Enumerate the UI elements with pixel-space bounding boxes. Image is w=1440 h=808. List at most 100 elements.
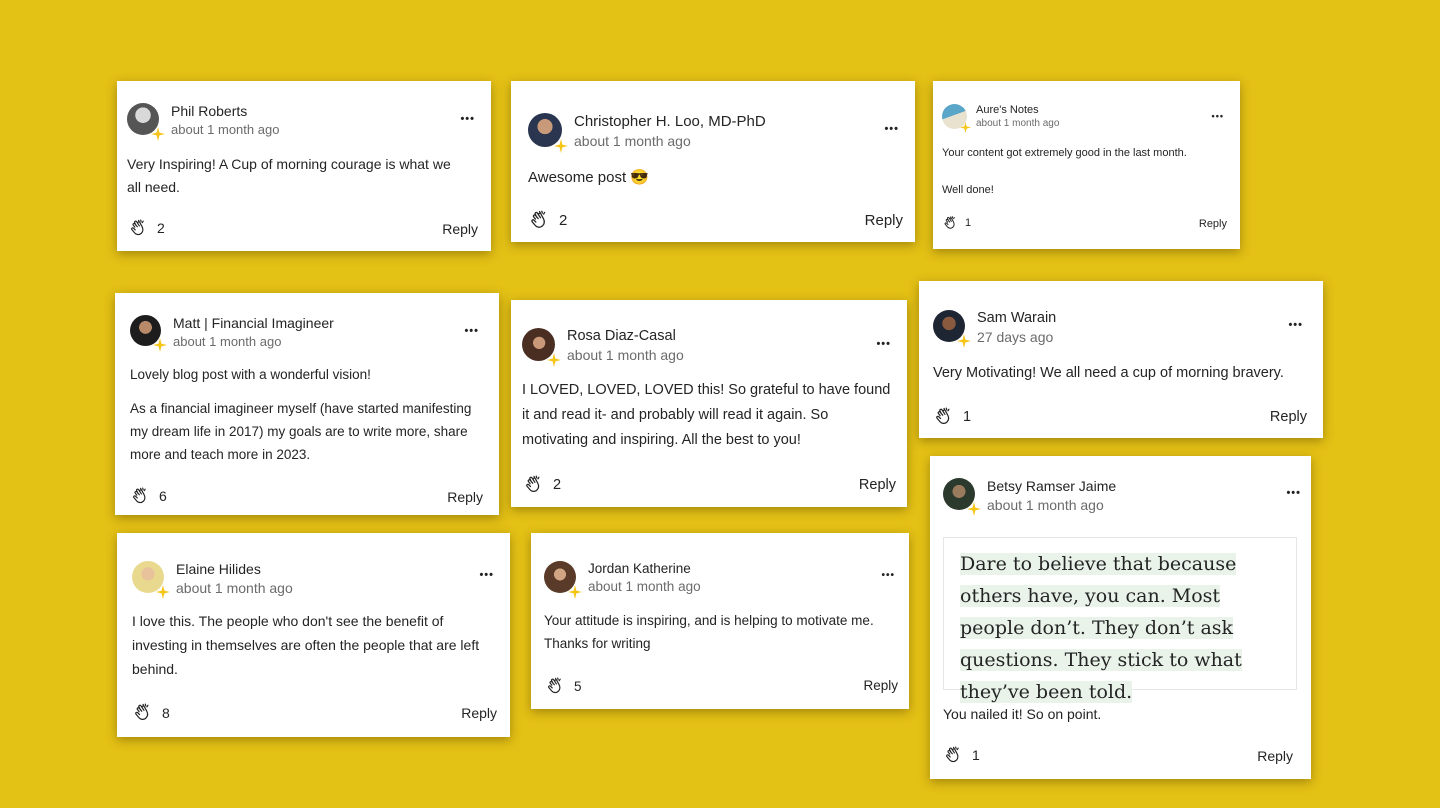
quote-text: Dare to believe that because others have… (960, 553, 1242, 703)
reply-button[interactable]: Reply (1199, 218, 1227, 230)
comment-timestamp[interactable]: about 1 month ago (173, 334, 334, 349)
clap-button[interactable]: 2 (529, 209, 567, 231)
comment-paragraph: Very Motivating! We all need a cup of mo… (933, 365, 1284, 381)
reply-button[interactable]: Reply (1257, 748, 1293, 764)
comment-body: Very Inspiring! A Cup of morning courage… (127, 153, 467, 199)
more-options-icon[interactable]: ••• (460, 113, 475, 125)
comment-body: Awesome post 😎 (528, 166, 898, 190)
clap-count: 2 (157, 220, 165, 236)
avatar[interactable] (127, 103, 165, 141)
clap-button[interactable]: 1 (943, 215, 971, 231)
member-star-icon (151, 127, 165, 141)
more-options-icon[interactable]: ••• (479, 569, 494, 581)
author-name[interactable]: Christopher H. Loo, MD-PhD (574, 113, 766, 130)
more-options-icon[interactable]: ••• (1288, 319, 1303, 331)
more-options-icon[interactable]: ••• (1286, 487, 1301, 499)
avatar[interactable] (528, 113, 568, 153)
more-options-icon[interactable]: ••• (876, 338, 891, 350)
comment-timestamp[interactable]: about 1 month ago (976, 118, 1059, 129)
reply-button[interactable]: Reply (447, 489, 483, 505)
comment-paragraph: I love this. The people who don't see th… (132, 613, 480, 677)
author-name[interactable]: Elaine Hilides (176, 561, 293, 577)
avatar[interactable] (544, 561, 582, 599)
avatar[interactable] (942, 104, 971, 133)
avatar[interactable] (522, 328, 561, 367)
more-options-icon[interactable]: ••• (464, 325, 479, 337)
clap-count: 8 (162, 704, 170, 721)
comment-body: Your content got extremely good in the l… (942, 145, 1227, 198)
member-star-icon (960, 122, 971, 133)
member-star-icon (568, 585, 582, 599)
reply-button[interactable]: Reply (863, 678, 898, 693)
clap-button[interactable]: 2 (129, 218, 165, 238)
comment-paragraph: You nailed it! So on point. (943, 706, 1102, 722)
comment-timestamp[interactable]: about 1 month ago (176, 580, 293, 596)
clap-icon (944, 216, 955, 229)
clap-count: 2 (553, 476, 562, 493)
comment-timestamp[interactable]: about 1 month ago (171, 122, 279, 137)
author-name[interactable]: Betsy Ramser Jaime (987, 478, 1116, 494)
clap-icon (936, 407, 950, 424)
comment-paragraph: As a financial imagineer myself (have st… (130, 401, 472, 462)
author-name[interactable]: Rosa Diaz-Casal (567, 328, 684, 344)
comment-body: Very Motivating! We all need a cup of mo… (933, 361, 1308, 385)
clap-button[interactable]: 8 (133, 702, 170, 723)
comment-card: Matt | Financial Imagineer about 1 month… (115, 293, 499, 515)
author-name[interactable]: Jordan Katherine (588, 561, 701, 576)
author-name[interactable]: Sam Warain (977, 310, 1056, 326)
comment-paragraph: Very Inspiring! A Cup of morning courage… (127, 156, 451, 195)
comment-paragraph: I LOVED, LOVED, LOVED this! So grateful … (522, 382, 891, 448)
comment-timestamp[interactable]: 27 days ago (977, 329, 1056, 345)
comment-card: Christopher H. Loo, MD-PhD about 1 month… (511, 81, 915, 242)
reply-button[interactable]: Reply (461, 705, 497, 721)
more-options-icon[interactable]: ••• (884, 123, 899, 135)
comment-card: Rosa Diaz-Casal about 1 month ago ••• I … (511, 300, 907, 507)
clap-button[interactable]: 5 (546, 676, 582, 696)
author-name[interactable]: Aure's Notes (976, 104, 1059, 116)
comment-paragraph: Awesome post 😎 (528, 169, 649, 186)
comment-card: Elaine Hilides about 1 month ago ••• I l… (117, 533, 510, 737)
reply-button[interactable]: Reply (1270, 409, 1307, 425)
clap-button[interactable]: 2 (524, 474, 561, 495)
comment-paragraph: Well done! (942, 184, 994, 196)
avatar[interactable] (933, 310, 971, 348)
comment-paragraph: Your attitude is inspiring, and is helpi… (544, 613, 874, 651)
comment-timestamp[interactable]: about 1 month ago (588, 579, 701, 594)
member-star-icon (957, 334, 971, 348)
clap-count: 2 (559, 211, 568, 229)
comment-body: I love this. The people who don't see th… (132, 609, 497, 681)
author-name[interactable]: Matt | Financial Imagineer (173, 315, 334, 331)
avatar[interactable] (132, 561, 170, 599)
reply-button[interactable]: Reply (859, 477, 896, 493)
comment-timestamp[interactable]: about 1 month ago (574, 133, 766, 149)
clap-count: 1 (972, 747, 980, 763)
comment-timestamp[interactable]: about 1 month ago (987, 497, 1116, 513)
reply-button[interactable]: Reply (865, 212, 903, 229)
clap-icon (531, 210, 546, 228)
clap-count: 5 (574, 678, 582, 694)
reply-button[interactable]: Reply (442, 221, 478, 237)
comment-paragraph: Lovely blog post with a wonderful vision… (130, 367, 371, 382)
member-star-icon (153, 338, 167, 352)
clap-button[interactable]: 1 (944, 745, 980, 765)
clap-icon (133, 487, 146, 504)
clap-button[interactable]: 6 (131, 486, 167, 506)
author-name[interactable]: Phil Roberts (171, 103, 279, 119)
comment-body: Your attitude is inspiring, and is helpi… (544, 609, 894, 655)
comment-paragraph: Your content got extremely good in the l… (942, 147, 1187, 159)
comment-card: Betsy Ramser Jaime about 1 month ago •••… (930, 456, 1311, 779)
comment-timestamp[interactable]: about 1 month ago (567, 347, 684, 363)
more-options-icon[interactable]: ••• (1212, 111, 1224, 121)
comment-body: Lovely blog post with a wonderful vision… (130, 363, 485, 466)
clap-button[interactable]: 1 (934, 406, 971, 427)
clap-icon (946, 746, 959, 763)
member-star-icon (554, 139, 568, 153)
comment-card: Aure's Notes about 1 month ago ••• Your … (933, 81, 1240, 249)
avatar[interactable] (130, 315, 167, 352)
avatar[interactable] (943, 478, 981, 516)
highlighted-quote[interactable]: Dare to believe that because others have… (943, 537, 1297, 703)
comment-card: Sam Warain 27 days ago ••• Very Motivati… (919, 281, 1323, 438)
more-options-icon[interactable]: ••• (881, 570, 895, 581)
clap-icon (526, 475, 540, 492)
comment-body: You nailed it! So on point. (943, 703, 1298, 725)
